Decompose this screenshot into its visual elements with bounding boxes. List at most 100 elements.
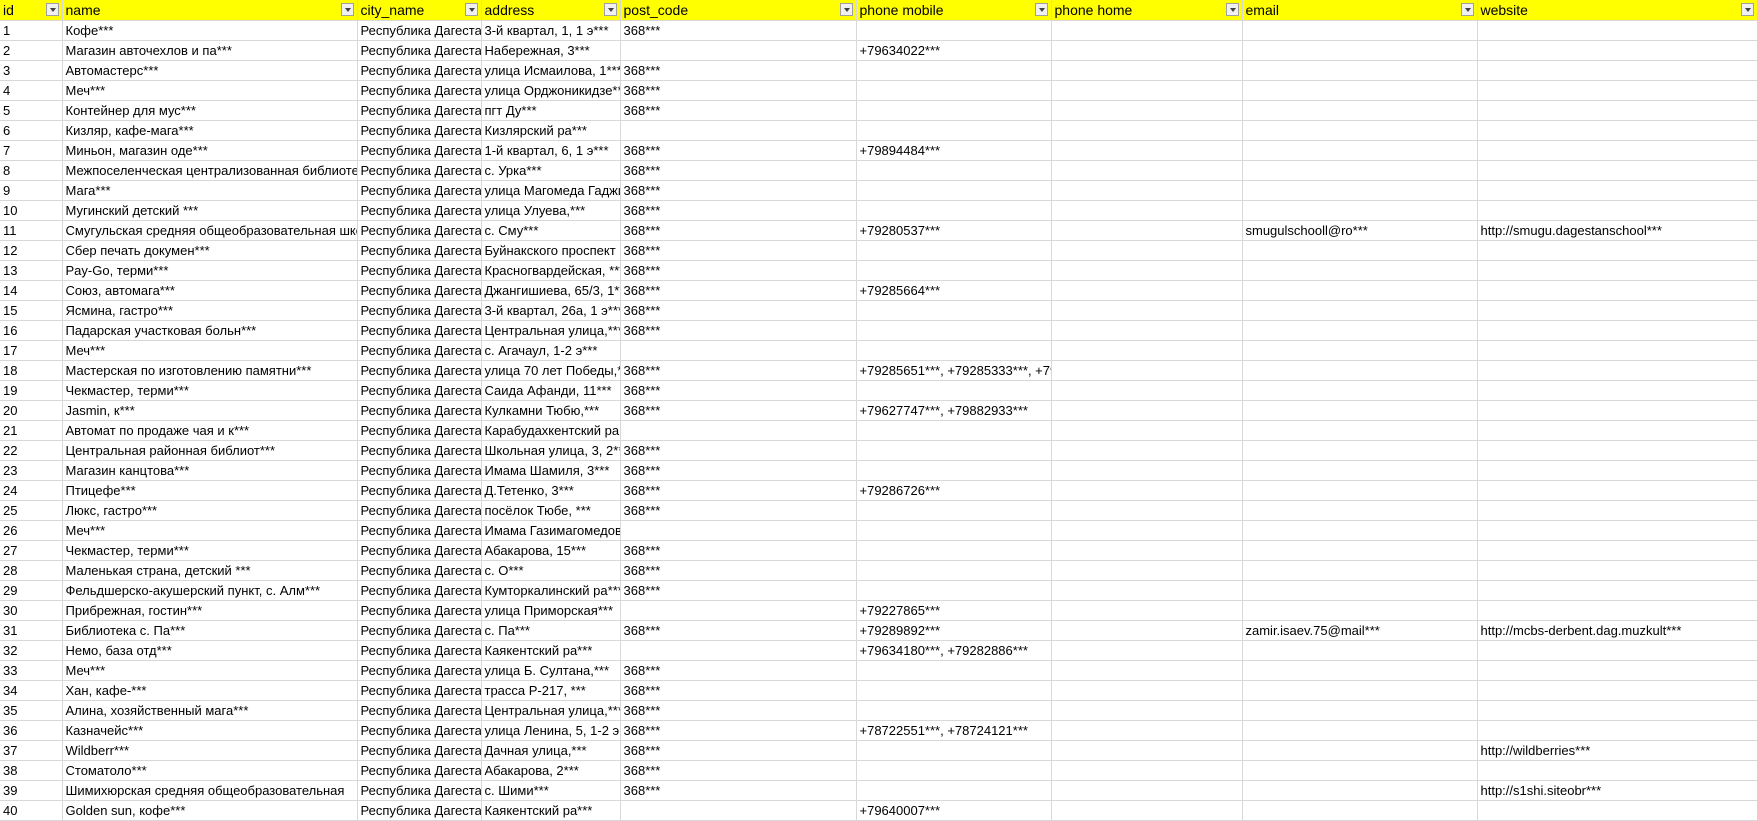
cell[interactable]: 368*** [620, 60, 857, 81]
cell[interactable]: Республика Дагестан [357, 540, 482, 561]
cell[interactable]: Прибрежная, гостин*** [62, 600, 358, 621]
cell[interactable]: zamir.isaev.75@mail*** [1242, 620, 1478, 641]
cell[interactable]: улица Ленина, 5, 1-2 э [481, 720, 621, 741]
cell[interactable] [620, 120, 857, 141]
cell[interactable]: Кизляр, кафе-мага*** [62, 120, 358, 141]
cell[interactable]: 22 [0, 440, 63, 461]
cell[interactable]: 28 [0, 560, 63, 581]
filter-dropdown-icon[interactable] [603, 3, 617, 16]
cell[interactable]: Немо, база отд*** [62, 640, 358, 661]
cell[interactable] [1051, 340, 1243, 361]
cell[interactable] [1051, 380, 1243, 401]
cell[interactable]: 368*** [620, 580, 857, 601]
cell[interactable]: 368*** [620, 660, 857, 681]
cell[interactable]: +79627747***, +79882933*** [856, 400, 1052, 421]
cell[interactable] [1051, 640, 1243, 661]
cell[interactable] [1242, 300, 1478, 321]
cell[interactable]: Республика Дагестан [357, 60, 482, 81]
cell[interactable]: 27 [0, 540, 63, 561]
cell[interactable]: Кофе*** [62, 20, 358, 41]
cell[interactable] [1477, 280, 1757, 301]
cell[interactable]: 368*** [620, 740, 857, 761]
cell[interactable]: http://wildberries*** [1477, 740, 1757, 761]
cell[interactable]: с. Шими*** [481, 780, 621, 801]
cell[interactable]: 2 [0, 40, 63, 61]
cell[interactable] [1477, 260, 1757, 281]
cell[interactable] [1477, 100, 1757, 121]
cell[interactable] [1051, 100, 1243, 121]
cell[interactable] [1477, 320, 1757, 341]
cell[interactable] [1051, 320, 1243, 341]
cell[interactable] [856, 580, 1052, 601]
cell[interactable]: Республика Дагестан [357, 480, 482, 501]
cell[interactable]: с. Па*** [481, 620, 621, 641]
cell[interactable]: 3-й квартал, 26а, 1 э*** [481, 300, 621, 321]
cell[interactable] [1051, 440, 1243, 461]
cell[interactable]: 1 [0, 20, 63, 41]
cell[interactable]: 29 [0, 580, 63, 601]
cell[interactable]: Республика Дагестан [357, 360, 482, 381]
cell[interactable]: +79280537*** [856, 220, 1052, 241]
cell[interactable]: 19 [0, 380, 63, 401]
spreadsheet[interactable]: id name city_name address post_code phone mob… [0, 0, 1757, 821]
column-header[interactable]: post_code [620, 0, 857, 21]
column-header[interactable]: city_name [357, 0, 482, 21]
cell[interactable] [1477, 40, 1757, 61]
cell[interactable] [1242, 800, 1478, 821]
cell[interactable] [856, 320, 1052, 341]
cell[interactable]: 368*** [620, 280, 857, 301]
cell[interactable]: Абакарова, 15*** [481, 540, 621, 561]
filter-dropdown-icon[interactable] [1740, 3, 1754, 16]
cell[interactable] [1242, 540, 1478, 561]
cell[interactable]: Республика Дагестан [357, 40, 482, 61]
cell[interactable] [1477, 300, 1757, 321]
cell[interactable]: Wildberr*** [62, 740, 358, 761]
cell[interactable]: 368*** [620, 700, 857, 721]
cell[interactable]: 368*** [620, 200, 857, 221]
cell[interactable]: 368*** [620, 360, 857, 381]
cell[interactable]: 368*** [620, 500, 857, 521]
cell[interactable] [1242, 120, 1478, 141]
cell[interactable]: улица Орджоникидзе*** [481, 80, 621, 101]
cell[interactable]: 10 [0, 200, 63, 221]
cell[interactable] [856, 660, 1052, 681]
cell[interactable] [620, 600, 857, 621]
cell[interactable]: улица 70 лет Победы,*** [481, 360, 621, 381]
cell[interactable] [1051, 300, 1243, 321]
filter-dropdown-icon[interactable] [45, 3, 59, 16]
cell[interactable] [1477, 460, 1757, 481]
cell[interactable] [1477, 540, 1757, 561]
cell[interactable]: 1-й квартал, 6, 1 э*** [481, 140, 621, 161]
cell[interactable]: Республика Дагестан [357, 300, 482, 321]
cell[interactable] [1242, 200, 1478, 221]
cell[interactable]: 6 [0, 120, 63, 141]
filter-dropdown-icon[interactable] [1225, 3, 1239, 16]
cell[interactable]: 368*** [620, 460, 857, 481]
cell[interactable]: 3-й квартал, 1, 1 э*** [481, 20, 621, 41]
cell[interactable]: с. О*** [481, 560, 621, 581]
cell[interactable] [856, 300, 1052, 321]
cell[interactable]: 368*** [620, 300, 857, 321]
cell[interactable] [1477, 720, 1757, 741]
cell[interactable]: 9 [0, 180, 63, 201]
cell[interactable]: Республика Дагестан [357, 660, 482, 681]
cell[interactable] [1051, 800, 1243, 821]
cell[interactable] [1051, 500, 1243, 521]
cell[interactable] [1242, 20, 1478, 41]
cell[interactable]: Центральная районная библиот*** [62, 440, 358, 461]
cell[interactable]: Фельдшерско-акушерский пункт, с. Алм*** [62, 580, 358, 601]
cell[interactable] [1051, 120, 1243, 141]
cell[interactable]: 39 [0, 780, 63, 801]
cell[interactable]: 23 [0, 460, 63, 481]
cell[interactable] [1242, 320, 1478, 341]
cell[interactable] [1242, 520, 1478, 541]
cell[interactable] [1477, 180, 1757, 201]
cell[interactable] [1242, 140, 1478, 161]
cell[interactable] [1477, 560, 1757, 581]
cell[interactable]: 13 [0, 260, 63, 281]
cell[interactable] [856, 80, 1052, 101]
cell[interactable]: 33 [0, 660, 63, 681]
cell[interactable]: +79640007*** [856, 800, 1052, 821]
cell[interactable]: 368*** [620, 20, 857, 41]
cell[interactable]: Jasmin, к*** [62, 400, 358, 421]
